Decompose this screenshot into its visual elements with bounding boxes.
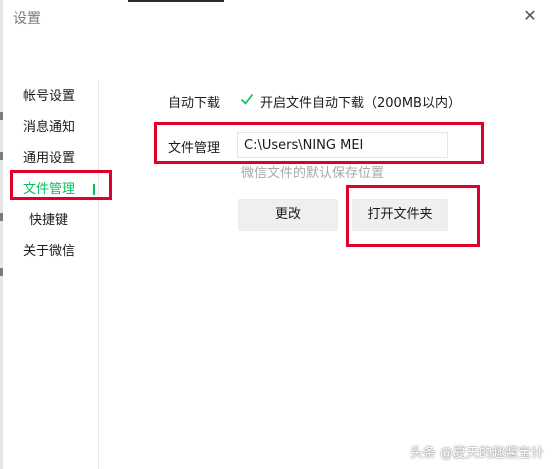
close-icon: ✕ — [523, 6, 537, 25]
auto-download-label: 自动下载 — [168, 96, 221, 111]
sidebar-item-label: 关于微信 — [23, 244, 76, 259]
settings-window: 设置 ✕ 帐号设置 消息通知 通用设置 文件管理 快捷键 关于微信 自动下载 开… — [0, 0, 554, 469]
sidebar-item-label: 消息通知 — [23, 120, 76, 135]
auto-download-checkbox-text[interactable]: 开启文件自动下载（200MB以内） — [260, 92, 461, 111]
settings-sidebar: 帐号设置 消息通知 通用设置 文件管理 快捷键 关于微信 — [3, 80, 99, 469]
top-edge-mark — [128, 0, 224, 2]
sidebar-item-label: 帐号设置 — [23, 89, 76, 104]
close-button[interactable]: ✕ — [516, 4, 544, 28]
highlight-box-sidebar — [10, 170, 112, 200]
watermark-text: 头条 @夏天的趣酱宝计 — [409, 446, 544, 461]
open-folder-button[interactable]: 打开文件夹 — [352, 199, 448, 231]
save-path-field[interactable] — [237, 132, 448, 158]
save-path-hint: 微信文件的默认保存位置 — [241, 166, 385, 181]
change-path-button[interactable]: 更改 — [238, 199, 338, 231]
auto-download-checkbox[interactable] — [240, 92, 254, 106]
checkmark-icon — [240, 94, 254, 105]
sidebar-item-label: 快捷键 — [29, 213, 69, 228]
window-title: 设置 — [13, 11, 41, 27]
sidebar-item-label: 通用设置 — [23, 151, 76, 166]
file-management-label: 文件管理 — [168, 141, 221, 156]
